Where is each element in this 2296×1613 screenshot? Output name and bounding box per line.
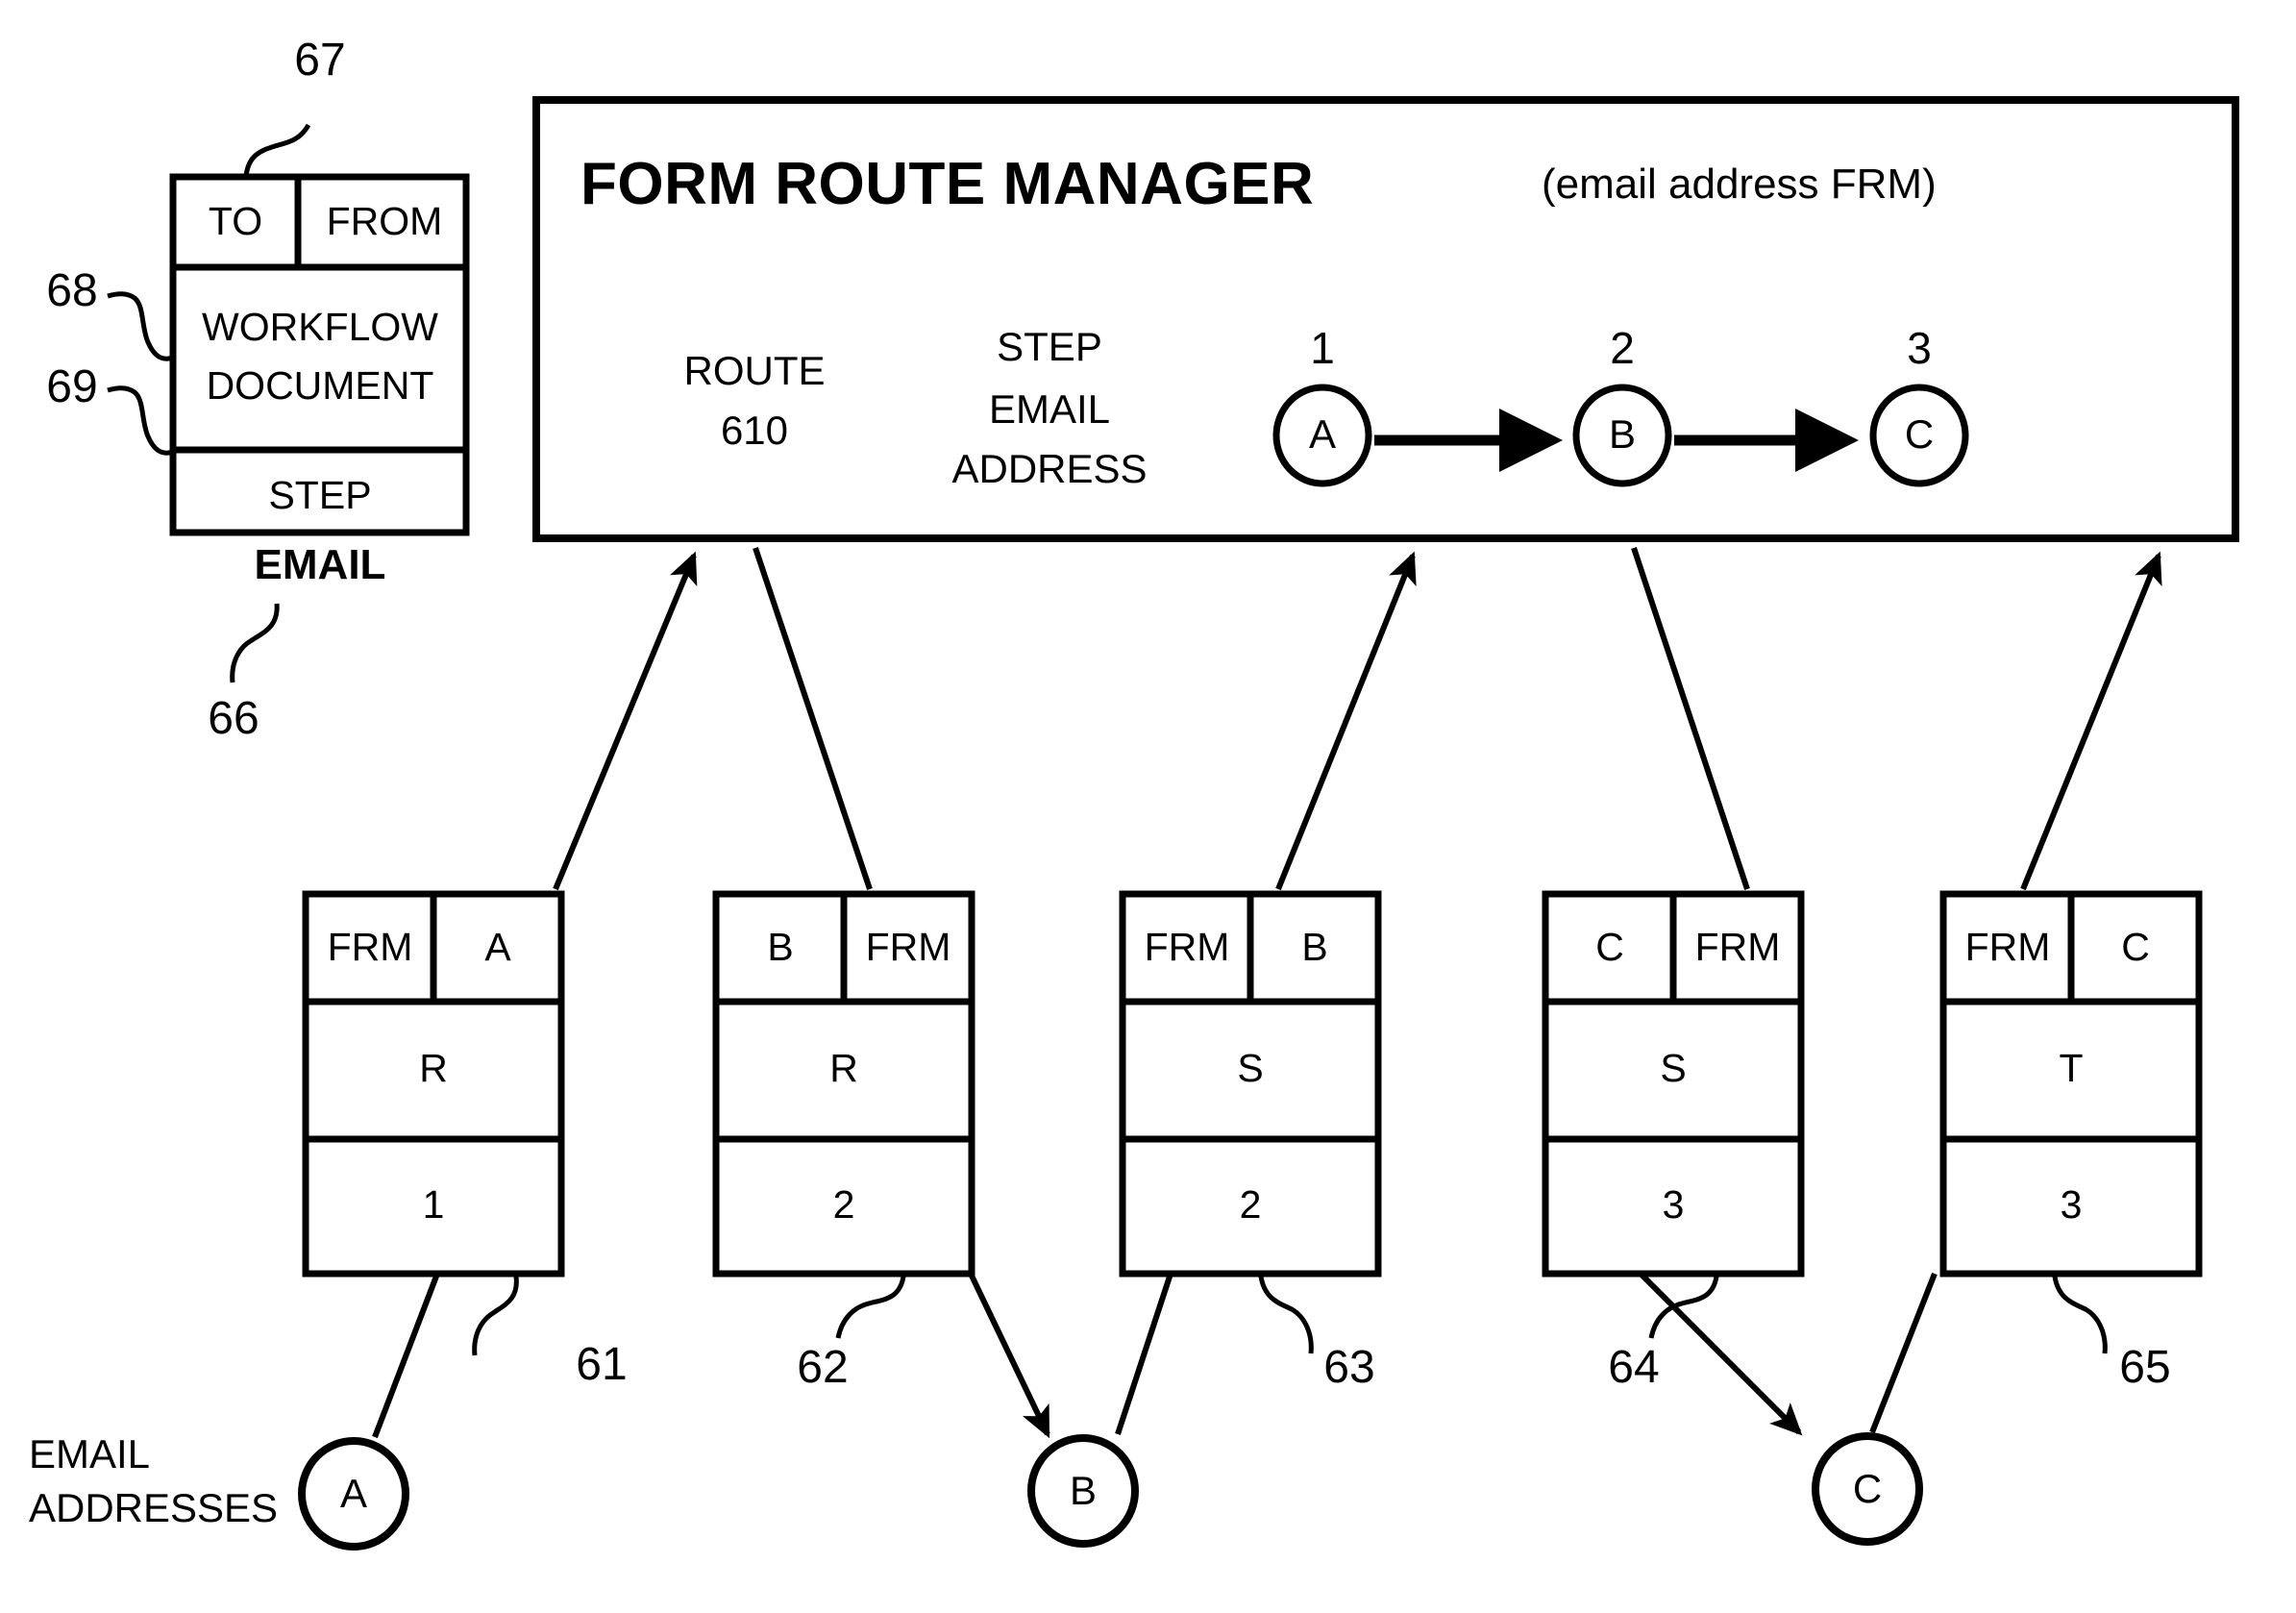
frm-title: FORM ROUTE MANAGER [580, 151, 1314, 217]
leader-66 [230, 603, 280, 683]
ref-66: 66 [208, 693, 259, 744]
message-box-62: B FRM R 2 [712, 890, 975, 1278]
leader-63 [1258, 1276, 1314, 1354]
frm-step-number-3: 3 [1907, 323, 1932, 373]
ref-64: 64 [1608, 1342, 1659, 1393]
msg64-step: 3 [1663, 1182, 1685, 1227]
frm-step-label-line2: EMAIL [989, 386, 1110, 432]
msg64-to: C [1595, 925, 1624, 969]
email-address-node-a-label: A [340, 1471, 367, 1516]
msg64-route: S [1660, 1046, 1686, 1090]
email-step-label: STEP [268, 473, 371, 517]
email-address-node-a: A [298, 1437, 409, 1551]
frm-step-address-2: B [1609, 411, 1636, 457]
email-body-line1: WORKFLOW [202, 305, 438, 349]
message-box-63: FRM B S 2 [1119, 890, 1382, 1278]
frm-route-label-line1: ROUTE [684, 348, 826, 393]
ref-68: 68 [46, 265, 97, 316]
email-caption: EMAIL [255, 541, 386, 588]
email-from-label: FROM [327, 199, 443, 243]
leader-69 [107, 385, 174, 456]
email-addresses-caption-line1: EMAIL [29, 1431, 150, 1477]
ref-62: 62 [797, 1342, 848, 1393]
msg64-from: FRM [1695, 925, 1781, 969]
msg65-route: T [2059, 1046, 2083, 1090]
connector-msg65-to-frm [2020, 551, 2162, 891]
email-address-node-c-label: C [1853, 1466, 1882, 1511]
frm-step-number-2: 2 [1610, 323, 1635, 373]
ref-65: 65 [2119, 1342, 2170, 1393]
msg65-from: C [2121, 925, 2150, 969]
frm-step-address-3: C [1905, 411, 1934, 457]
ref-67: 67 [294, 35, 345, 86]
msg62-to: B [767, 925, 793, 969]
leader-68 [107, 291, 174, 361]
ref-63: 63 [1323, 1342, 1374, 1393]
figure-svg: TO FROM WORKFLOW DOCUMENT STEP EMAIL 67 … [29, 35, 2239, 1551]
frm-step-label-line3: ADDRESS [951, 446, 1147, 491]
msg63-to: FRM [1145, 925, 1230, 969]
email-address-node-c: C [1812, 1432, 1923, 1546]
msg61-from: A [484, 925, 511, 969]
leader-64 [1648, 1276, 1719, 1339]
email-address-node-b-label: B [1070, 1468, 1097, 1513]
msg61-to: FRM [328, 925, 413, 969]
connector-msg65-to-nodeC [1869, 1272, 1938, 1434]
msg63-route: S [1237, 1046, 1263, 1090]
connector-msg62-to-nodeB [968, 1272, 1050, 1439]
msg63-step: 2 [1240, 1182, 1262, 1227]
email-body-line2: DOCUMENT [207, 363, 434, 408]
message-box-64: C FRM S 3 [1542, 890, 1805, 1278]
email-addresses-caption-line2: ADDRESSES [29, 1485, 278, 1530]
connector-msg61-to-frm [553, 551, 698, 891]
msg65-to: FRM [1965, 925, 2051, 969]
msg62-from: FRM [866, 925, 951, 969]
connector-msg63-to-nodeB [1115, 1273, 1173, 1435]
connector-msg63-to-frm [1275, 551, 1417, 891]
message-box-65: FRM C T 3 [1939, 890, 2203, 1278]
leader-62 [835, 1276, 906, 1339]
msg63-from: B [1301, 925, 1327, 969]
email-to-label: TO [209, 199, 262, 243]
connector-frm-to-msg62 [753, 547, 873, 890]
ref-69: 69 [46, 361, 97, 412]
connector-frm-to-msg64 [1631, 547, 1750, 890]
email-address-node-b: B [1027, 1434, 1139, 1548]
msg62-route: R [829, 1046, 858, 1090]
connector-msg61-to-nodeA [372, 1272, 440, 1439]
leader-67 [243, 123, 311, 178]
connector-msg64-to-nodeC [1638, 1271, 1803, 1436]
frm-step-number-1: 1 [1310, 323, 1335, 373]
msg62-step: 2 [833, 1182, 855, 1227]
frm-step-label-line1: STEP [997, 324, 1102, 369]
patent-figure-canvas: TO FROM WORKFLOW DOCUMENT STEP EMAIL 67 … [0, 0, 2296, 1613]
frm-subtitle: (email address FRM) [1542, 161, 1937, 208]
leader-61 [472, 1276, 519, 1356]
frm-route-label-line2: 610 [721, 408, 788, 453]
msg61-route: R [419, 1046, 448, 1090]
msg61-step: 1 [423, 1182, 445, 1227]
frm-step-address-1: A [1309, 411, 1336, 457]
ref-61: 61 [576, 1339, 627, 1390]
msg65-step: 3 [2061, 1182, 2083, 1227]
leader-65 [2052, 1276, 2108, 1354]
message-box-61: FRM A R 1 [302, 890, 565, 1278]
